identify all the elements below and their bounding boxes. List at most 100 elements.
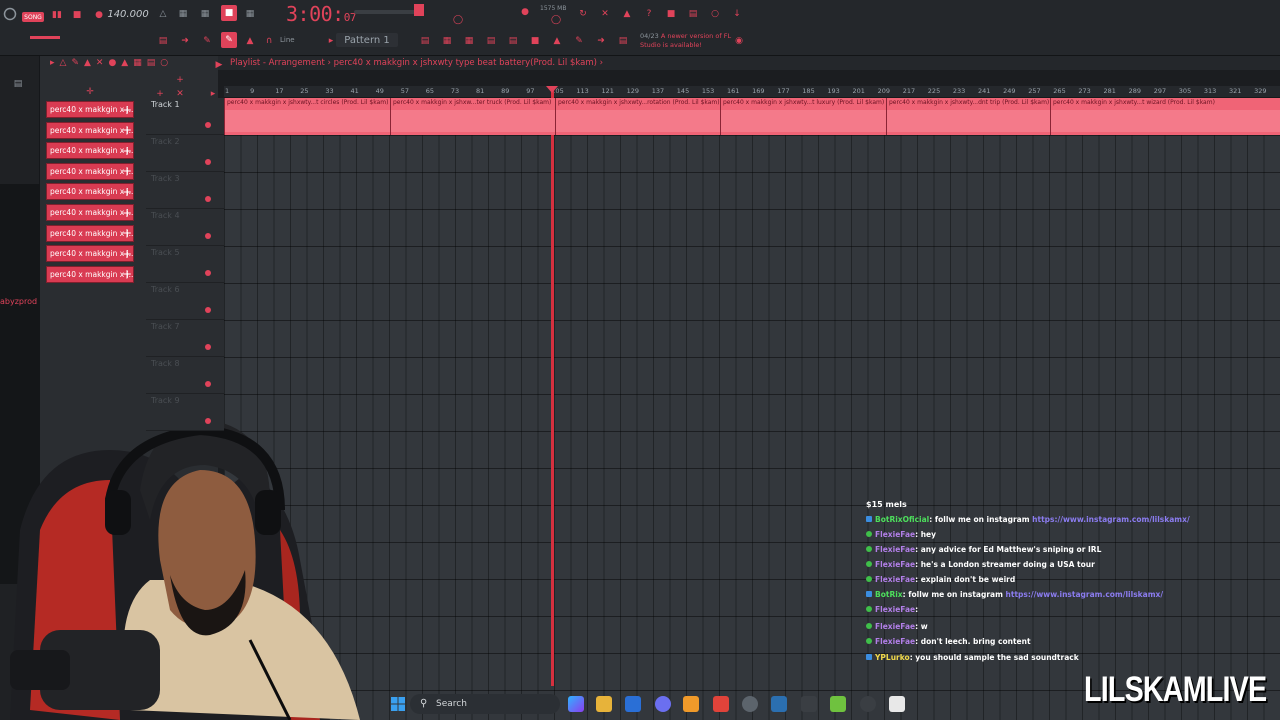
chat-icon[interactable]: ○ — [708, 6, 722, 22]
add-clip-icon[interactable]: + — [121, 183, 133, 200]
pencil-icon[interactable]: ✎ — [200, 33, 214, 49]
chat-username[interactable]: FlexieFae — [875, 530, 915, 539]
step-edit-icon[interactable]: ▦ — [243, 6, 257, 22]
playlist-icon[interactable]: ▤ — [418, 33, 432, 49]
chat-username[interactable]: FlexieFae — [875, 545, 915, 554]
chat-username[interactable]: FlexieFae — [875, 560, 915, 569]
discord-icon[interactable] — [655, 696, 671, 712]
track-mute-icon[interactable] — [205, 233, 211, 239]
tempo-display[interactable]: 140.000 — [107, 6, 148, 22]
track-mute-icon[interactable] — [205, 196, 211, 202]
steam-icon[interactable] — [771, 696, 787, 712]
add-clip-icon[interactable]: + — [121, 204, 133, 221]
cut-icon[interactable]: ✕ — [598, 6, 612, 22]
track-mute-icon[interactable] — [205, 307, 211, 313]
track-mute-icon[interactable] — [205, 122, 211, 128]
help-icon[interactable]: ? — [642, 6, 656, 22]
minecraft-icon[interactable] — [830, 696, 846, 712]
track-header[interactable]: Track 7 — [146, 320, 224, 357]
stamp-icon[interactable]: ▲ — [243, 33, 257, 49]
chat-link[interactable]: https://www.instagram.com/lilskamx/ — [1032, 515, 1190, 524]
countdown-icon[interactable]: ▦ — [198, 6, 212, 22]
image-line-logo-icon[interactable]: ◉ — [732, 33, 746, 49]
mixer-icon[interactable]: ▤ — [686, 6, 700, 22]
add-clip-icon[interactable]: + — [121, 225, 133, 242]
wait-icon[interactable]: ▦ — [176, 6, 190, 22]
stop-icon[interactable]: ■ — [70, 7, 84, 23]
track-mute-icon[interactable] — [205, 344, 211, 350]
audio-clip[interactable]: perc40 x makkgin x jshxwty...t wizard (P… — [1050, 98, 1280, 135]
play-icon[interactable]: ▮▮ — [50, 7, 64, 23]
plugin-icon[interactable]: ■ — [528, 33, 542, 49]
audio-clip[interactable]: perc40 x makkgin x jshxwty...t circles (… — [224, 98, 390, 135]
chat-username[interactable]: FlexieFae — [875, 575, 915, 584]
chat-username[interactable]: BotRix — [875, 590, 903, 599]
playlist-view-icon[interactable]: ▤ — [156, 33, 170, 49]
mic-icon[interactable]: ▲ — [620, 6, 634, 22]
refresh-icon[interactable]: ↻ — [576, 6, 590, 22]
pattern-selector[interactable]: Pattern 1 — [336, 33, 398, 47]
app-icon[interactable] — [801, 696, 817, 712]
loop-record-icon[interactable]: ■ — [221, 5, 237, 21]
add-clip-icon[interactable]: + — [121, 245, 133, 262]
timeline-ruler[interactable]: 1 9 17 25 33 41 49 57 65 73 81 89 97 105 113 121 129 137 1… — [224, 86, 1280, 98]
touch-keyboard-icon[interactable]: ✎ — [572, 33, 586, 49]
audio-clip[interactable]: perc40 x makkgin x jshxwty...rotation (P… — [555, 98, 720, 135]
chat-username[interactable]: FlexieFae — [875, 637, 915, 646]
track-header[interactable]: Track 1 — [146, 98, 224, 135]
arrow-right-icon[interactable]: ➜ — [178, 33, 192, 49]
channel-rack-icon[interactable]: ▦ — [462, 33, 476, 49]
audio-clip[interactable]: perc40 x makkgin x jshxwty...t luxury (P… — [720, 98, 886, 135]
mixer-view-icon[interactable]: ▤ — [484, 33, 498, 49]
track-mute-icon[interactable] — [205, 381, 211, 387]
file-explorer-icon[interactable] — [596, 696, 612, 712]
track-header[interactable]: Track 3 — [146, 172, 224, 209]
piano-roll-icon[interactable]: ▦ — [440, 33, 454, 49]
playlist-tools[interactable]: ▸△✎▲✕●▲▦▤○ — [50, 58, 173, 68]
snap-selector[interactable]: Line — [280, 36, 295, 44]
add-clip-icon[interactable]: + — [121, 163, 133, 180]
capcut-icon[interactable] — [889, 696, 905, 712]
add-clip-icon[interactable]: + — [121, 142, 133, 159]
track-mute-icon[interactable] — [205, 418, 211, 424]
taskbar-search[interactable]: ⚲ Search — [410, 694, 560, 714]
tempo-tapper-icon[interactable]: ➜ — [594, 33, 608, 49]
project-info-icon[interactable]: ▤ — [616, 33, 630, 49]
ableton-icon[interactable] — [860, 696, 876, 712]
track-mute-icon[interactable] — [205, 159, 211, 165]
fl-logo-icon[interactable] — [2, 6, 18, 22]
update-notice[interactable]: 04/23 A newer version of FL Studio is av… — [640, 32, 736, 50]
browser-icon[interactable]: ▤ — [506, 33, 520, 49]
windows-start-icon[interactable] — [390, 696, 406, 712]
master-volume-knob[interactable] — [414, 4, 424, 16]
chat-username[interactable]: YPLurko — [875, 653, 910, 662]
track-header[interactable]: Track 6 — [146, 283, 224, 320]
track-header[interactable]: Track 4 — [146, 209, 224, 246]
browser-toggle-icon[interactable]: ▤ — [10, 76, 26, 92]
playhead[interactable] — [551, 86, 554, 686]
obs-icon[interactable] — [742, 696, 758, 712]
fl-studio-icon[interactable] — [683, 696, 699, 712]
track-header[interactable]: Track 2 — [146, 135, 224, 172]
pattern-add-icon[interactable]: ✛ — [85, 84, 95, 100]
track-header[interactable]: Track 5 — [146, 246, 224, 283]
download-icon[interactable]: ↓ — [730, 6, 744, 22]
add-clip-icon[interactable]: + — [121, 101, 133, 118]
magnet-icon[interactable]: ∩ — [264, 33, 274, 49]
master-volume-slider[interactable] — [30, 36, 60, 39]
track-header[interactable]: Track 8 — [146, 357, 224, 394]
chat-username[interactable]: BotRixOficial — [875, 515, 929, 524]
brush-tool-icon[interactable]: ✎ — [221, 32, 237, 48]
chat-link[interactable]: https://www.instagram.com/lilskamx/ — [1006, 590, 1164, 599]
save-icon[interactable]: ■ — [664, 6, 678, 22]
metronome-icon[interactable]: △ — [156, 6, 170, 22]
pattern-arrow-icon[interactable]: ▸ — [326, 33, 336, 49]
playhead-marker[interactable] — [546, 86, 558, 93]
song-mode-button[interactable]: SONG — [22, 12, 44, 22]
brave-icon[interactable] — [713, 696, 729, 712]
record-icon[interactable]: ● — [92, 7, 106, 23]
copilot-icon[interactable] — [568, 696, 584, 712]
audio-clip[interactable]: perc40 x makkgin x jshxw...ter truck (Pr… — [390, 98, 555, 135]
plugin-database-icon[interactable]: ▲ — [550, 33, 564, 49]
add-clip-icon[interactable]: + — [121, 266, 133, 283]
